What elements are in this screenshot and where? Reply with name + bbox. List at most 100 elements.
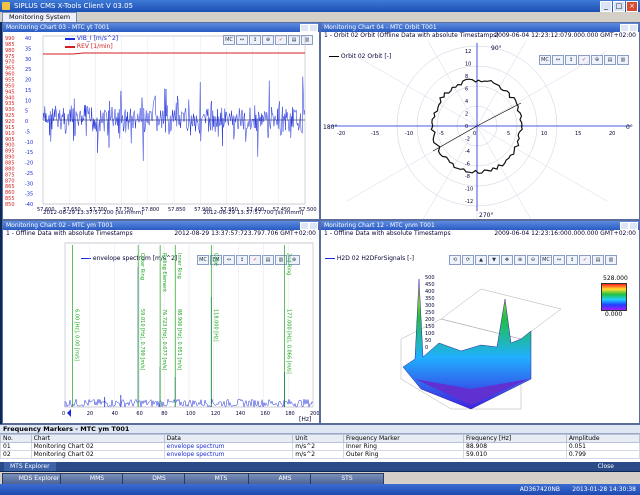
panel-restore-button[interactable] <box>300 24 309 32</box>
left-axis: 9909859809759709659609559509459409359309… <box>5 36 15 208</box>
right-axis-label: -10 <box>25 140 33 146</box>
table-cell: Inner Ring <box>343 442 465 451</box>
orbit-x-tick: -15 <box>371 131 379 137</box>
right-axis-label: 40 <box>25 36 31 42</box>
panel-restore-button[interactable] <box>300 222 309 230</box>
panel-title-chart-02: Monitoring Chart 02 - MTC ym T001 <box>3 221 319 230</box>
spectrum-subheader: 1 - Offline Data with absolute Timestamp… <box>6 230 316 237</box>
table-cell: Monitoring Chart 02 <box>30 442 165 451</box>
table-cell: m/s^2 <box>292 442 345 451</box>
orbit-x-tick: 0 <box>473 131 476 137</box>
table-row[interactable]: 02 Monitoring Chart 02 envelope spectrum m/… <box>0 450 640 459</box>
column-header[interactable]: Chart <box>30 434 165 443</box>
table-cell: envelope spectrum <box>163 450 294 459</box>
status-bar: AD367420NB 2013-01-28 14:30:38 <box>0 484 640 495</box>
legend-rev-swatch <box>65 45 75 48</box>
table-row[interactable]: 01 Monitoring Chart 02 envelope spectrum m/… <box>0 442 640 451</box>
panel-chart-03: Monitoring Chart 03 - MTC yt T001 MC ↔ ↕… <box>2 22 320 220</box>
spectrum-x-tick: 140 <box>236 411 246 417</box>
table-cell: 59.010 <box>463 450 567 459</box>
column-header[interactable]: Frequency [Hz] <box>463 434 567 443</box>
polar-spoke <box>346 50 478 127</box>
panel-close-button[interactable] <box>629 24 638 32</box>
spectrum-x-tick: 160 <box>260 411 270 417</box>
spectrum-chart: 6.00 [Hz], 0.00 [m/s] 59.010 [Hz], 0.799 … <box>62 242 319 423</box>
close-link[interactable]: Close <box>598 462 614 471</box>
panel-close-button[interactable] <box>309 24 318 32</box>
spectrum-x-tick: 0 <box>62 411 65 417</box>
waterfall-z-tick: 0 <box>425 345 428 351</box>
column-header[interactable]: Unit <box>292 434 345 443</box>
right-axis-label: -15 <box>25 150 33 156</box>
right-axis-label: 20 <box>25 78 31 84</box>
polar-grid <box>327 41 631 219</box>
maximize-button[interactable]: □ <box>613 1 625 12</box>
legend-vib-swatch <box>65 37 75 40</box>
column-header[interactable]: Frequency Marker <box>343 434 465 443</box>
orbit-subheader: 1 - Orbit 02 Orbit (Offline Data with ab… <box>324 32 636 39</box>
frequency-marker-label: 177.000 [Hz], 0.066 [m/s] <box>285 309 291 374</box>
panel-restore-button[interactable] <box>620 24 629 32</box>
spectrum-grid <box>64 243 314 407</box>
spectrum-x-tick: 60 <box>136 411 142 417</box>
column-header[interactable]: Amplitude <box>565 434 640 443</box>
frequency-marker-label: 76.723 [Hz], 0.077 [m/s] <box>161 309 167 371</box>
frequency-markers-table: No. Chart Data Unit Frequency Marker Frequenc… <box>0 434 640 459</box>
column-header[interactable]: Data <box>163 434 294 443</box>
spectrum-x-tick: 20 <box>87 411 93 417</box>
close-window-button[interactable]: × <box>626 1 638 12</box>
orbit-x-tick: 5 <box>507 131 510 137</box>
mode-bar: MDS Explorer MMS DMS MTS AMS STS <box>0 472 640 485</box>
tab-row: Monitoring System <box>0 12 640 23</box>
app-title: SIPLUS CMS X-Tools Client V 03.05 <box>14 2 134 10</box>
spectrum-x-tick: 40 <box>112 411 118 417</box>
frequency-marker-label: 6.00 [Hz], 0.00 [m/s] <box>73 309 79 361</box>
table-cell: envelope spectrum <box>163 442 294 451</box>
spectrum-peaks <box>104 267 285 407</box>
orbit-y-tick: 4 <box>465 99 468 105</box>
orbit-x-tick: 20 <box>609 131 615 137</box>
marker-name-label: Inner Ring <box>176 253 182 279</box>
panel-close-button[interactable] <box>309 222 318 230</box>
orbit-y-tick: 12 <box>465 49 471 55</box>
x-range-end: 2012-08-29 13:37:57.700 [ss.mmm] <box>203 210 304 216</box>
angle-0-label: 0° <box>626 124 633 131</box>
status-datetime: 2013-01-28 14:30:38 <box>572 486 636 493</box>
waterfall-timestamp: 2009-06-04 12:23:16:000.000.000 GMT+02:0… <box>494 230 636 237</box>
column-header[interactable]: No. <box>0 434 32 443</box>
right-axis-label: -20 <box>25 161 33 167</box>
orbit-y-tick: -12 <box>465 199 473 205</box>
right-axis-label: 10 <box>25 98 31 104</box>
panel-title-chart-12: Monitoring Chart 12 - MTC ynm T001 <box>321 221 639 230</box>
scroll-left-icon[interactable] <box>67 409 71 417</box>
tab-mts-explorer[interactable]: MTS Explorer <box>4 462 56 471</box>
orbit-y-tick: 10 <box>465 62 471 68</box>
app-title-bar: SIPLUS CMS X-Tools Client V 03.05 _ □ × <box>0 0 640 12</box>
spectrum-timestamp: 2012-08-29 13:37:57:723.797.706 GMT+02:0… <box>174 230 316 237</box>
legend-rev: REV [1/min] <box>65 43 113 50</box>
orbit-y-tick: -8 <box>465 174 470 180</box>
left-axis-label: 850 <box>5 202 15 208</box>
time-series-chart: 9909859809759709659609559509459409359309… <box>5 35 317 213</box>
polar-spoke <box>476 50 608 127</box>
panel-close-button[interactable] <box>629 222 638 230</box>
right-axis-label: -5 <box>25 129 30 135</box>
x-tick-label: 57.800 <box>142 207 160 213</box>
orbit-vector-line-2 <box>432 125 478 152</box>
right-axis-label: 15 <box>25 88 31 94</box>
orbit-y-tick: -4 <box>465 149 470 155</box>
right-axis-label: -25 <box>25 171 33 177</box>
panel-title-chart-03: Monitoring Chart 03 - MTC yt T001 <box>3 23 319 32</box>
waterfall-z-tick: 450 <box>425 282 435 288</box>
waterfall-z-tick: 200 <box>425 317 435 323</box>
minimize-button[interactable]: _ <box>600 1 612 12</box>
orbit-x-tick: 15 <box>575 131 581 137</box>
panel-restore-button[interactable] <box>620 222 629 230</box>
marker-name-label: Cage <box>212 253 218 266</box>
right-axis-label: 30 <box>25 57 31 63</box>
x-range-start: 2012-08-29 13:37:57.200 [ss.mmm] <box>43 210 144 216</box>
frequency-marker-label: 118.000 [Hz] <box>212 309 218 342</box>
table-cell: 0.051 <box>565 442 640 451</box>
waterfall-z-ticks: 500450400350300250200150100500 <box>425 275 435 351</box>
waterfall-z-tick: 500 <box>425 275 435 281</box>
